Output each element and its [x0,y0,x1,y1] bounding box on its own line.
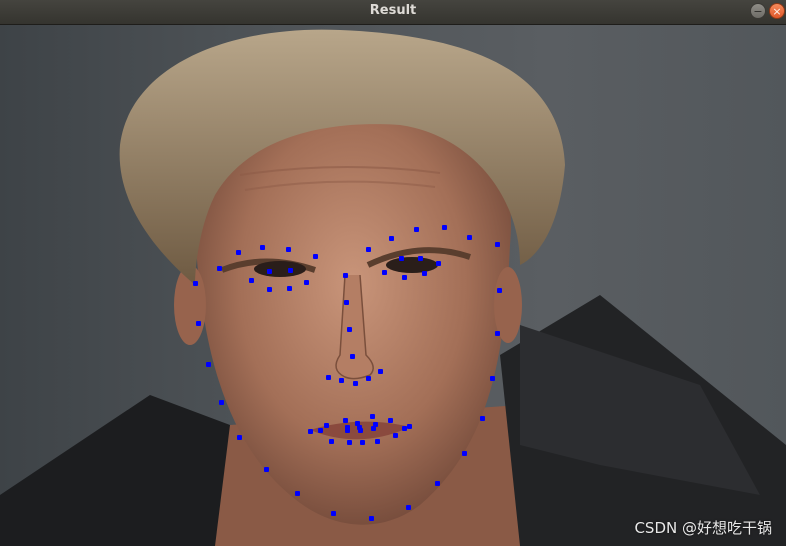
landmark-point [368,515,374,521]
landmark-point [343,299,349,305]
landmark-point [374,438,380,444]
landmark-point [192,280,198,286]
landmark-point [381,269,387,275]
landmark-point [266,268,272,274]
landmark-point [235,249,241,255]
landmark-point [346,439,352,445]
window-title: Result [369,3,417,18]
face-landmarks [0,25,786,546]
landmark-point [398,255,404,261]
landmark-point [365,375,371,381]
landmark-point [312,253,318,259]
landmark-point [307,428,313,434]
landmark-point [405,504,411,510]
landmark-point [317,427,323,433]
landmark-point [287,267,293,273]
landmark-point [236,434,242,440]
landmark-point [370,425,376,431]
landmark-point [406,423,412,429]
landmark-point [338,377,344,383]
landmark-point [285,246,291,252]
landmark-point [369,413,375,419]
landmark-point [401,274,407,280]
landmark-point [357,427,363,433]
landmark-point [441,224,447,230]
landmark-point [346,326,352,332]
landmark-point [330,510,336,516]
landmark-point [248,277,254,283]
landmark-point [344,427,350,433]
landmark-point [392,432,398,438]
landmark-point [494,330,500,336]
landmark-point [359,439,365,445]
landmark-point [342,272,348,278]
landmark-point [303,279,309,285]
landmark-point [286,285,292,291]
landmark-point [413,226,419,232]
landmark-point [294,490,300,496]
result-image: CSDN @好想吃干锅 [0,25,786,546]
result-window: Result − × CSDN @好想吃干锅 [0,0,786,546]
minimize-icon[interactable]: − [750,3,766,19]
landmark-point [352,380,358,386]
landmark-point [365,246,371,252]
landmark-point [349,353,355,359]
landmark-point [489,375,495,381]
close-icon[interactable]: × [769,3,785,19]
landmark-point [496,287,502,293]
landmark-point [323,422,329,428]
title-bar[interactable]: Result − × [0,0,786,25]
landmark-point [417,255,423,261]
landmark-point [342,417,348,423]
landmark-point [325,374,331,380]
landmark-point [195,320,201,326]
landmark-point [328,438,334,444]
landmark-point [434,480,440,486]
landmark-point [216,265,222,271]
landmark-point [401,425,407,431]
landmark-point [218,399,224,405]
landmark-point [388,235,394,241]
landmark-point [461,450,467,456]
landmark-point [259,244,265,250]
landmark-point [494,241,500,247]
watermark-text: CSDN @好想吃干锅 [634,519,772,537]
landmark-point [421,270,427,276]
landmark-point [266,286,272,292]
landmark-point [377,368,383,374]
landmark-point [263,466,269,472]
landmark-point [387,417,393,423]
landmark-point [435,260,441,266]
landmark-point [466,234,472,240]
landmark-point [479,415,485,421]
landmark-point [205,361,211,367]
